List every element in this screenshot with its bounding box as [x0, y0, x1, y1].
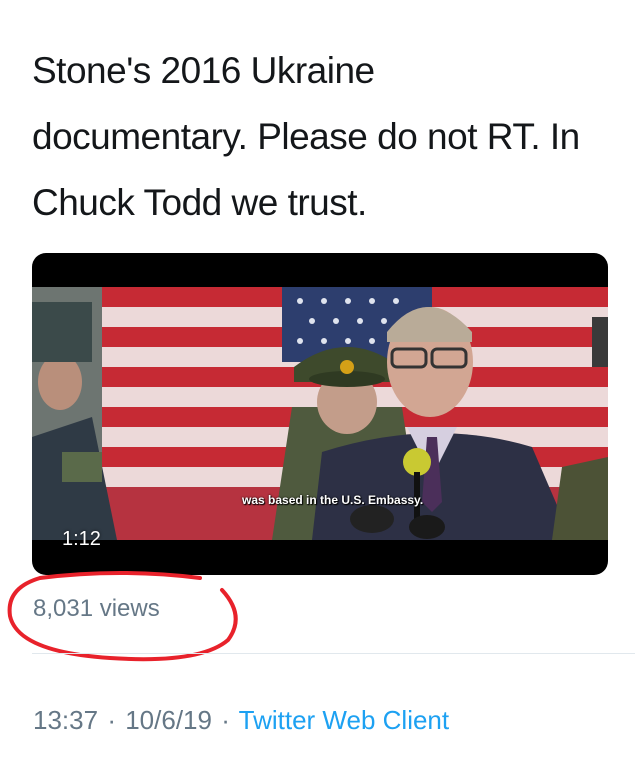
- tweet-text-line: Stone's 2016 Ukraine: [32, 50, 375, 91]
- tweet-text-line: documentary. Please do not RT. In: [32, 116, 580, 157]
- tweet-text: Stone's 2016 Ukraine documentary. Please…: [32, 38, 622, 236]
- divider: [32, 653, 635, 654]
- video-thumbnail: was based in the U.S. Embassy.: [32, 287, 608, 540]
- meta-separator: ·: [107, 705, 116, 735]
- tweet-date[interactable]: 10/6/19: [125, 705, 212, 735]
- video-subtitle: was based in the U.S. Embassy.: [242, 493, 424, 507]
- tweet-client-link[interactable]: Twitter Web Client: [239, 705, 449, 735]
- meta-separator: ·: [221, 705, 230, 735]
- video-duration-badge: 1:12: [62, 528, 101, 550]
- tweet-meta: 13:37 · 10/6/19 · Twitter Web Client: [33, 705, 449, 736]
- tweet-time[interactable]: 13:37: [33, 705, 98, 735]
- video-player[interactable]: was based in the U.S. Embassy. 1:12: [32, 253, 608, 575]
- tweet-text-line: Chuck Todd we trust.: [32, 182, 367, 223]
